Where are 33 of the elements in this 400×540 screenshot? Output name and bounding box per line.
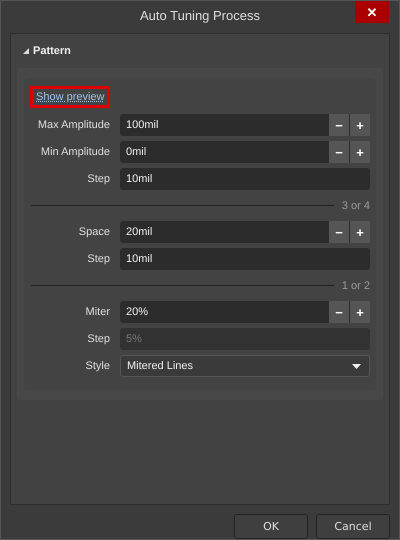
dropdown-caret-icon <box>352 364 361 369</box>
increment-button[interactable]: + <box>349 114 370 136</box>
number-field[interactable]: 100mil − + <box>120 114 370 136</box>
dialog-button[interactable]: Cancel <box>316 514 390 539</box>
input-field[interactable]: 10mil <box>120 168 370 190</box>
section-title: Pattern <box>33 44 71 57</box>
group-caption: 3 or 4 <box>342 200 370 212</box>
dialog-button[interactable]: OK <box>234 514 308 539</box>
field-label: Space <box>78 226 111 238</box>
field-label: Step <box>86 333 111 346</box>
expand-triangle-icon[interactable] <box>23 48 29 54</box>
show-preview-link[interactable]: Show preview <box>30 86 110 108</box>
close-button[interactable]: ✕ <box>355 1 389 23</box>
increment-button[interactable]: + <box>349 221 370 244</box>
increment-button[interactable]: + <box>349 141 370 164</box>
window-title: Auto Tuning Process <box>140 8 260 24</box>
field-label: Step <box>86 173 111 186</box>
group-caption: 1 or 2 <box>342 280 370 292</box>
decrement-button[interactable]: − <box>328 114 349 136</box>
input-field[interactable]: 10mil <box>120 248 370 270</box>
number-field[interactable]: 20% − + <box>120 301 370 324</box>
field-label: Miter <box>84 306 111 318</box>
decrement-button[interactable]: − <box>328 221 349 244</box>
decrement-button[interactable]: − <box>328 301 349 324</box>
increment-button[interactable]: + <box>349 301 370 324</box>
number-field[interactable]: 20mil − + <box>120 221 370 244</box>
decrement-button[interactable]: − <box>328 141 349 164</box>
field-label: Max Amplitude <box>36 119 111 132</box>
number-field[interactable]: 0mil − + <box>120 141 370 164</box>
style-dropdown[interactable]: Mitered Lines <box>120 355 370 378</box>
field-label: Style <box>84 360 111 372</box>
field-label: Step <box>86 253 111 266</box>
field-label: Min Amplitude <box>40 146 111 158</box>
